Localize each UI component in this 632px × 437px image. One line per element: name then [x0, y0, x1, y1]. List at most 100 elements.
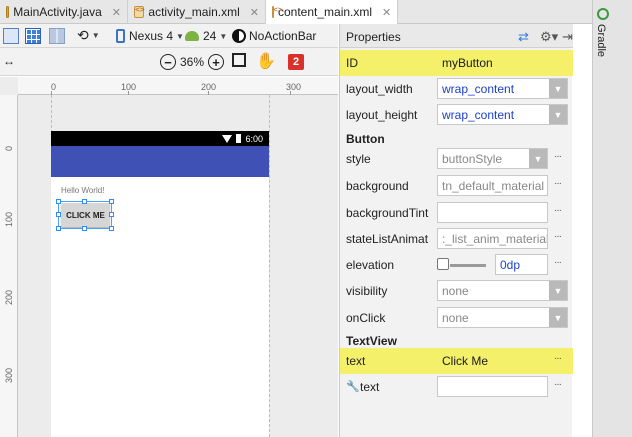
- resize-handle[interactable]: [109, 199, 114, 204]
- fit-width-button[interactable]: ↔: [3, 54, 15, 68]
- preview-app-bar: [51, 146, 269, 177]
- more-options-icon[interactable]: ···: [554, 257, 562, 268]
- blueprint-icon: [25, 28, 41, 44]
- background-field[interactable]: tn_default_material: [437, 175, 548, 196]
- chevron-down-icon: ▼: [549, 308, 567, 327]
- style-dropdown[interactable]: buttonStyle ▼: [437, 148, 548, 169]
- prop-label: backgroundTint: [346, 206, 429, 220]
- more-options-icon[interactable]: ···: [554, 231, 562, 242]
- prop-label: stateListAnimat: [346, 232, 429, 246]
- properties-panel: Properties ⇄ ⚙▾ ⇥ ID myButton layout_wid…: [339, 24, 573, 437]
- preview-status-bar: 6:00: [51, 131, 269, 146]
- orientation-button[interactable]: ⟲ ▼: [77, 27, 100, 44]
- more-options-icon[interactable]: ···: [554, 151, 562, 162]
- xml-file-icon: [272, 5, 283, 18]
- api-level-selector[interactable]: 24 ▼: [185, 29, 227, 43]
- design-canvas[interactable]: 0 100 200 300 0 100 200 300 6:00 Hello W…: [0, 77, 338, 437]
- swap-view-icon[interactable]: ⇄: [518, 29, 529, 45]
- tab-label: content_main.xml: [278, 5, 373, 19]
- tab-content-main-xml[interactable]: content_main.xml ✕: [266, 0, 398, 25]
- tab-activity-main-xml[interactable]: activity_main.xml ✕: [128, 0, 266, 24]
- more-options-icon[interactable]: ···: [554, 379, 562, 390]
- tab-label: activity_main.xml: [148, 5, 240, 19]
- ruler-label: 200: [4, 289, 14, 305]
- dropdown-value: wrap_content: [442, 108, 515, 122]
- zoom-out-button[interactable]: −: [160, 54, 176, 70]
- battery-icon: [236, 134, 242, 143]
- hello-textview[interactable]: Hello World!: [61, 186, 104, 195]
- prop-label: ID: [346, 56, 358, 70]
- guide-line: [269, 95, 270, 437]
- xml-file-icon: [134, 5, 145, 18]
- prop-label: visibility: [346, 284, 388, 298]
- state-list-animator-field[interactable]: :_list_anim_material: [437, 228, 548, 249]
- wrench-icon: 🔧: [346, 381, 360, 393]
- split-view-button[interactable]: [49, 28, 65, 44]
- close-tab-icon[interactable]: ✕: [112, 6, 121, 19]
- java-file-icon: [6, 6, 10, 18]
- rotate-icon: ⟲: [77, 27, 89, 43]
- close-tab-icon[interactable]: ✕: [382, 6, 391, 19]
- resize-handle[interactable]: [82, 199, 87, 204]
- prop-row-tools-text: 🔧 text ···: [340, 374, 573, 400]
- resize-handle[interactable]: [109, 226, 114, 231]
- tab-main-activity-java[interactable]: MainActivity.java ✕: [0, 0, 128, 24]
- prop-row-layout-height: layout_height wrap_content ▼: [340, 102, 573, 128]
- prop-row-elevation: elevation 0dp ···: [340, 252, 573, 278]
- device-selector[interactable]: Nexus 4 ▼: [116, 29, 184, 43]
- pan-button[interactable]: ✋: [256, 51, 276, 71]
- more-options-icon[interactable]: ···: [554, 178, 562, 189]
- elevation-field[interactable]: 0dp: [495, 254, 548, 275]
- zoom-toolbar: ↔ − 36% + ✋ 2: [0, 48, 338, 76]
- ruler-top: 0 100 200 300: [18, 77, 338, 95]
- zoom-to-fit-button[interactable]: [232, 53, 246, 67]
- blueprint-view-button[interactable]: [25, 28, 41, 44]
- zoom-level-text: 36%: [180, 55, 205, 69]
- more-options-icon[interactable]: ···: [554, 205, 562, 216]
- gear-icon[interactable]: ⚙▾: [540, 29, 558, 45]
- prop-row-visibility: visibility none ▼: [340, 278, 573, 304]
- id-field[interactable]: myButton: [437, 52, 548, 73]
- theme-selector[interactable]: NoActionBar: [232, 29, 316, 43]
- tab-label: MainActivity.java: [13, 5, 102, 19]
- resize-handle[interactable]: [109, 212, 114, 217]
- chevron-down-icon: ▼: [529, 149, 547, 168]
- api-level: 24: [203, 29, 217, 43]
- ruler-label: 0: [4, 145, 14, 151]
- resize-handle[interactable]: [82, 226, 87, 231]
- wifi-icon: [222, 134, 233, 143]
- design-view-button[interactable]: [3, 28, 19, 44]
- ruler-left: 0 100 200 300: [0, 95, 18, 437]
- tools-text-field[interactable]: [437, 376, 548, 397]
- zoom-in-button[interactable]: +: [208, 54, 224, 70]
- elevation-slider-handle[interactable]: [437, 258, 449, 270]
- ruler-tick: [128, 91, 129, 95]
- more-options-icon[interactable]: ···: [554, 353, 562, 364]
- dropdown-value: none: [442, 284, 469, 298]
- error-badge[interactable]: 2: [288, 54, 304, 70]
- resize-handle[interactable]: [56, 212, 61, 217]
- chevron-down-icon: ▼: [549, 281, 567, 300]
- gradle-icon: [597, 8, 609, 20]
- close-tab-icon[interactable]: ✕: [250, 6, 259, 19]
- chevron-down-icon: ▼: [549, 105, 567, 124]
- prop-row-id: ID myButton: [340, 50, 573, 76]
- visibility-dropdown[interactable]: none ▼: [437, 280, 568, 301]
- text-field[interactable]: Click Me: [437, 350, 548, 371]
- layout-height-dropdown[interactable]: wrap_content ▼: [437, 104, 568, 125]
- editor-tab-bar: MainActivity.java ✕ activity_main.xml ✕ …: [0, 0, 594, 25]
- chevron-down-icon: ▼: [549, 79, 567, 98]
- background-tint-field[interactable]: [437, 202, 548, 223]
- hide-panel-icon[interactable]: ⇥: [562, 29, 573, 45]
- layout-width-dropdown[interactable]: wrap_content ▼: [437, 78, 568, 99]
- gradle-tool-window[interactable]: Gradle: [592, 0, 632, 437]
- prop-label: text: [346, 354, 366, 368]
- ruler-tick: [208, 91, 209, 95]
- prop-label: layout_width: [346, 82, 413, 96]
- elevation-slider-track[interactable]: [450, 264, 486, 267]
- onclick-dropdown[interactable]: none ▼: [437, 307, 568, 328]
- prop-label: background: [346, 179, 409, 193]
- resize-handle[interactable]: [56, 199, 61, 204]
- design-view-icon: [3, 28, 19, 44]
- resize-handle[interactable]: [56, 226, 61, 231]
